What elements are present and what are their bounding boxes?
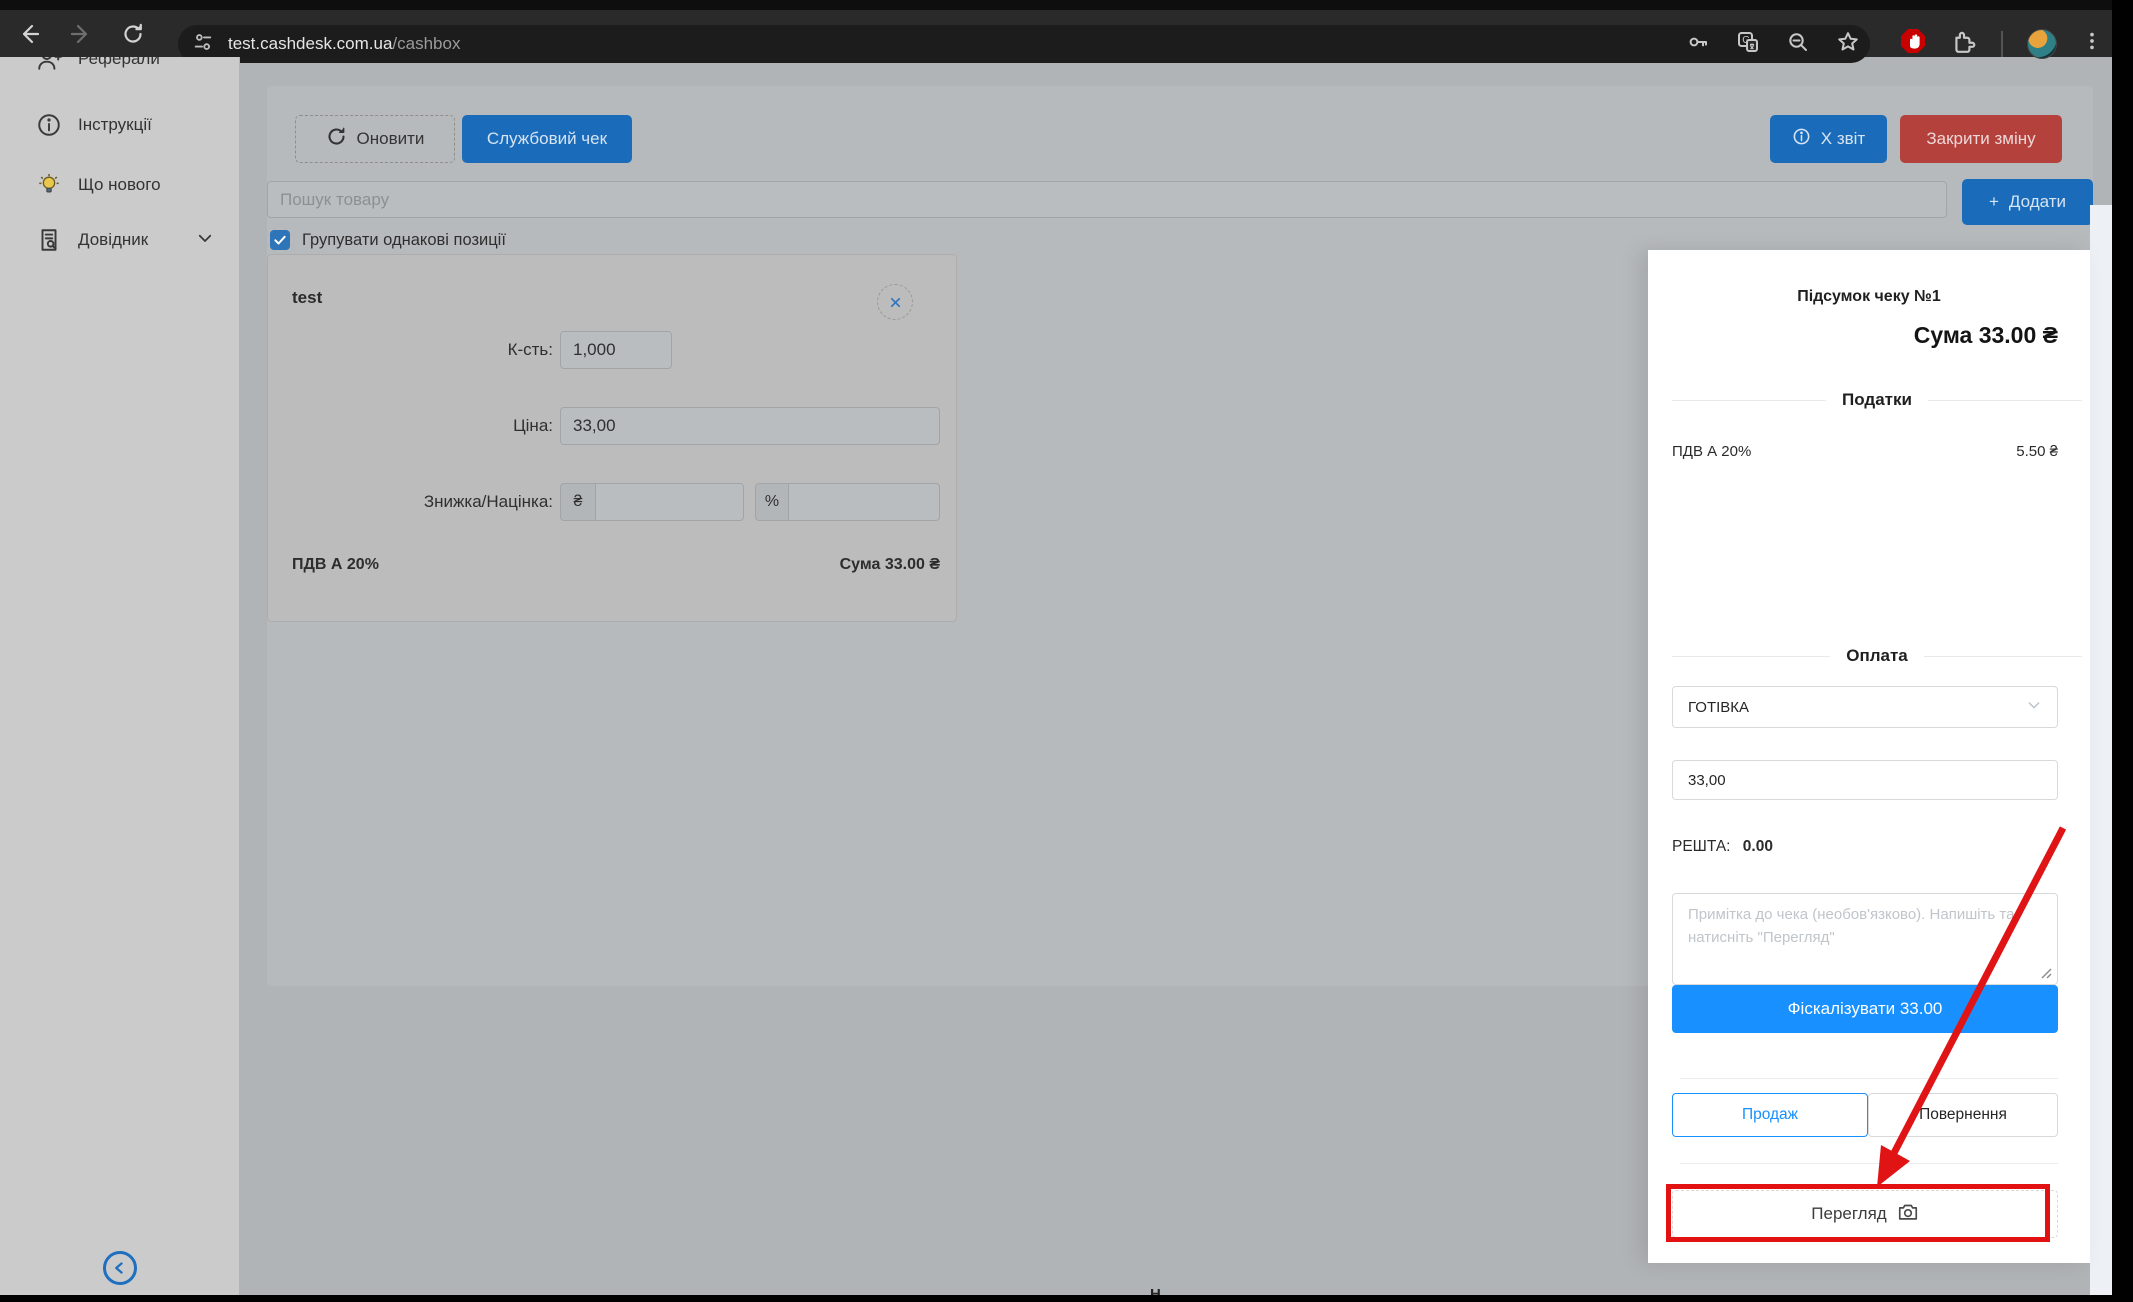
referrals-person-plus-icon	[36, 57, 62, 72]
payment-method-select[interactable]: ГОТІВКА	[1672, 686, 2058, 728]
product-sum-line: Сума 33.00 ₴	[640, 556, 940, 574]
sidebar-item-whats-new[interactable]: Що нового	[0, 167, 240, 203]
payment-method-value: ГОТІВКА	[1688, 699, 1749, 716]
sidebar-item-label: Довідник	[78, 230, 148, 250]
payment-amount-input[interactable]	[1672, 760, 2058, 800]
receipt-drawer: Підсумок чеку №1 Сума 33.00 ₴ Податки ПД…	[1648, 250, 2090, 1263]
close-shift-label: Закрити зміну	[1926, 129, 2035, 149]
sidebar-item-instructions[interactable]: Інструкції	[0, 107, 240, 143]
receipt-note-textarea[interactable]	[1672, 893, 2058, 985]
sidebar-item-label: Інструкції	[78, 115, 152, 135]
tax-name: ПДВ А 20%	[1672, 443, 1751, 460]
x-report-button[interactable]: Х звіт	[1770, 115, 1887, 163]
sidebar-collapse-button[interactable]	[103, 1251, 137, 1285]
uah-addon: ₴	[560, 483, 596, 521]
payment-title: Оплата	[1846, 646, 1908, 666]
url-host: test.cashdesk.com.ua	[228, 34, 392, 53]
product-tax-line: ПДВ А 20%	[292, 556, 379, 574]
adblock-extension-icon[interactable]	[1899, 27, 1927, 60]
sidebar-item-label: Реферали	[78, 57, 160, 69]
receipt-title: Підсумок чеку №1	[1648, 288, 2090, 306]
chevron-down-icon	[196, 229, 214, 252]
refresh-icon	[326, 126, 347, 152]
discount-label: Знижка/Націнка:	[300, 492, 553, 512]
service-check-button[interactable]: Службовий чек	[462, 115, 632, 163]
add-product-button[interactable]: + Додати	[1962, 179, 2093, 225]
extensions-icon[interactable]	[1951, 28, 1977, 59]
translate-icon[interactable]: G	[1736, 30, 1760, 59]
annotation-highlight-box	[1666, 1184, 2050, 1242]
forward-icon[interactable]	[64, 17, 98, 51]
fiscalize-label: Фіскалізувати 33.00	[1788, 999, 1943, 1019]
toolbar-separator	[2001, 31, 2003, 57]
percent-addon: %	[755, 483, 789, 521]
window-top-strip	[0, 0, 2133, 10]
change-value: 0.00	[1743, 838, 1773, 855]
taxes-divider: Податки	[1672, 390, 2082, 410]
sidebar: Реферали Інструкції Що нового Довідник	[0, 57, 240, 1295]
divider	[1680, 1163, 2058, 1164]
screen-right-edge	[2112, 0, 2133, 1302]
receipt-total: Сума 33.00 ₴	[1672, 322, 2058, 349]
profile-avatar[interactable]	[2027, 29, 2057, 59]
browser-toolbar: test.cashdesk.com.ua/cashbox G	[0, 10, 2133, 57]
qty-label: К-сть:	[300, 340, 553, 360]
change-row: РЕШТА: 0.00	[1672, 838, 1773, 856]
site-info-icon[interactable]	[192, 31, 214, 58]
payment-divider: Оплата	[1672, 646, 2082, 666]
refresh-button[interactable]: Оновити	[295, 115, 455, 163]
menu-dots-icon[interactable]	[2081, 30, 2103, 57]
product-name: test	[292, 288, 322, 308]
back-icon[interactable]	[12, 17, 46, 51]
info-circle-icon	[36, 112, 62, 138]
change-label: РЕШТА:	[1672, 838, 1730, 855]
zoom-out-icon[interactable]	[1786, 30, 1810, 59]
info-circle-icon	[1792, 127, 1811, 151]
divider	[1680, 1078, 2058, 1079]
sale-label: Продаж	[1742, 1106, 1798, 1124]
product-search-input[interactable]	[267, 181, 1947, 218]
lightbulb-icon	[36, 172, 62, 198]
price-input[interactable]	[560, 407, 940, 445]
screen: test.cashdesk.com.ua/cashbox G	[0, 0, 2133, 1302]
bottom-peek-text: Н	[1150, 1286, 1190, 1295]
page-scrollbar[interactable]	[2090, 205, 2112, 1295]
resize-handle-icon[interactable]	[2040, 966, 2052, 984]
reload-icon[interactable]	[116, 17, 150, 51]
plus-icon: +	[1989, 192, 1999, 212]
fiscalize-button[interactable]: Фіскалізувати 33.00	[1672, 985, 2058, 1033]
refund-label: Повернення	[1919, 1106, 2007, 1124]
sale-tab-button[interactable]: Продаж	[1672, 1093, 1868, 1137]
password-key-icon[interactable]	[1686, 30, 1710, 59]
close-shift-button[interactable]: Закрити зміну	[1900, 115, 2062, 163]
discount-percent-input[interactable]	[788, 483, 940, 521]
sidebar-item-referrals[interactable]: Реферали	[0, 57, 240, 77]
service-check-label: Службовий чек	[487, 129, 607, 149]
bookmark-star-icon[interactable]	[1836, 30, 1860, 59]
chevron-down-icon	[2026, 697, 2042, 717]
group-items-checkbox[interactable]	[270, 230, 290, 250]
tax-amount: 5.50 ₴	[1858, 443, 2058, 460]
sidebar-item-label: Що нового	[78, 175, 161, 195]
document-search-icon	[36, 227, 62, 253]
group-items-label: Групувати однакові позиції	[302, 231, 506, 250]
taxes-title: Податки	[1842, 390, 1912, 410]
refund-tab-button[interactable]: Повернення	[1868, 1093, 2058, 1137]
x-report-label: Х звіт	[1821, 129, 1865, 149]
url-text[interactable]: test.cashdesk.com.ua/cashbox	[228, 34, 460, 54]
discount-uah-input[interactable]	[595, 483, 744, 521]
address-bar[interactable]: test.cashdesk.com.ua/cashbox G	[178, 25, 1870, 63]
group-items-row: Групувати однакові позиції	[270, 230, 506, 250]
refresh-label: Оновити	[357, 129, 425, 149]
sidebar-item-directory[interactable]: Довідник	[0, 222, 240, 258]
add-label: Додати	[2009, 192, 2066, 212]
url-path: /cashbox	[392, 34, 460, 53]
screen-bottom-edge	[0, 1295, 2133, 1302]
price-label: Ціна:	[300, 416, 553, 436]
qty-input[interactable]	[560, 331, 672, 369]
remove-product-button[interactable]	[877, 284, 913, 320]
